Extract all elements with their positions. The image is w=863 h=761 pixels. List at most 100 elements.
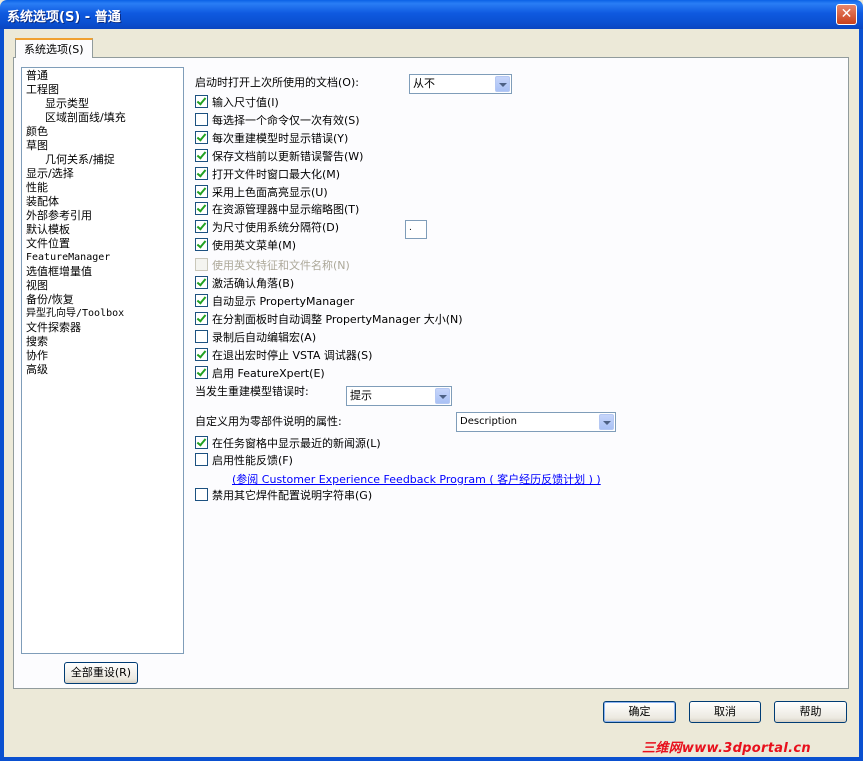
tree-item[interactable]: 高级 [26,363,183,377]
window-frame-bottom [0,757,863,761]
option-row[interactable]: 每选择一个命令仅一次有效(S) [195,113,360,129]
window-frame-left [0,29,4,761]
checkbox[interactable] [195,238,208,251]
checkbox[interactable] [195,348,208,361]
checkbox[interactable] [195,95,208,108]
checkbox[interactable] [195,453,208,466]
option-label: 在分割面板时自动调整 PropertyManager 大小(N) [212,313,463,326]
option-row[interactable]: 输入尺寸值(I) [195,95,279,111]
checkbox[interactable] [195,366,208,379]
tree-item[interactable]: 区域剖面线/填充 [26,111,183,125]
tree-item[interactable]: 默认模板 [26,223,183,237]
window-title: 系统选项(S) - 普通 [7,10,121,25]
ok-button[interactable]: 确定 [603,701,676,723]
tree-item[interactable]: 装配体 [26,195,183,209]
tree-item[interactable]: 颜色 [26,125,183,139]
cancel-button[interactable]: 取消 [689,701,761,723]
option-row[interactable]: 使用英文特征和文件名称(N) [195,258,350,274]
option-label: 使用英文特征和文件名称(N) [212,259,350,272]
custom-prop-select[interactable]: Description [456,412,616,432]
tree-item[interactable]: 视图 [26,279,183,293]
reset-all-button[interactable]: 全部重设(R) [64,662,138,684]
custom-prop-label: 自定义用为零部件说明的属性: [195,415,342,428]
checkbox[interactable] [195,185,208,198]
tree-item[interactable]: 普通 [26,69,183,83]
help-button[interactable]: 帮助 [774,701,847,723]
rebuild-error-select[interactable]: 提示 [346,386,452,406]
option-label: 输入尺寸值(I) [212,96,279,109]
close-icon[interactable]: ✕ [836,4,857,25]
option-label: 在任务窗格中显示最近的新闻源(L) [212,437,381,450]
rebuild-error-value: 提示 [350,389,372,402]
chevron-down-icon[interactable] [599,414,614,430]
tree-item[interactable]: FeatureManager [26,251,183,265]
checkbox[interactable] [195,220,208,233]
tree-item[interactable]: 工程图 [26,83,183,97]
option-row[interactable]: 在分割面板时自动调整 PropertyManager 大小(N) [195,312,463,328]
tree-item[interactable]: 搜索 [26,335,183,349]
checkbox[interactable] [195,131,208,144]
option-row[interactable]: 为尺寸使用系统分隔符(D) [195,220,339,236]
chevron-down-icon[interactable] [435,388,450,404]
option-row[interactable]: 自动显示 PropertyManager [195,294,354,310]
checkbox[interactable] [195,167,208,180]
option-row[interactable]: 采用上色面高亮显示(U) [195,185,328,201]
option-row[interactable]: 在任务窗格中显示最近的新闻源(L) [195,436,381,452]
open-docs-value: 从不 [413,77,435,90]
checkbox[interactable] [195,330,208,343]
option-row[interactable]: 打开文件时窗口最大化(M) [195,167,340,183]
checkbox[interactable] [195,312,208,325]
checkbox[interactable] [195,149,208,162]
tree-item[interactable]: 草图 [26,139,183,153]
option-label: 录制后自动编辑宏(A) [212,331,317,344]
tree-item[interactable]: 选值框增量值 [26,265,183,279]
option-row[interactable]: 录制后自动编辑宏(A) [195,330,316,346]
tree-item[interactable]: 显示/选择 [26,167,183,181]
option-row[interactable]: 每次重建模型时显示错误(Y) [195,131,348,147]
option-label: 禁用其它焊件配置说明字符串(G) [212,489,373,502]
option-row[interactable]: 在退出宏时停止 VSTA 调试器(S) [195,348,372,364]
tab-system-options[interactable]: 系统选项(S) [15,38,93,58]
option-row[interactable]: 启用 FeatureXpert(E) [195,366,325,382]
tree-item[interactable]: 几何关系/捕捉 [26,153,183,167]
option-label: 启用 FeatureXpert(E) [212,367,325,380]
option-label: 每次重建模型时显示错误(Y) [212,132,349,145]
tree-item[interactable]: 文件位置 [26,237,183,251]
window-frame-right [859,29,863,761]
checkbox[interactable] [195,436,208,449]
option-label: 自动显示 PropertyManager [212,295,355,308]
option-label: 打开文件时窗口最大化(M) [212,168,341,181]
option-row[interactable]: 保存文档前以更新错误警告(W) [195,149,363,165]
title-bar: 系统选项(S) - 普通 ✕ [0,0,863,29]
option-disable-weldment-strings[interactable]: 禁用其它焊件配置说明字符串(G) [195,488,372,504]
separator-field[interactable]: . [405,220,427,239]
tree-item[interactable]: 文件探索器 [26,321,183,335]
option-label: 在退出宏时停止 VSTA 调试器(S) [212,349,373,362]
option-label: 激活确认角落(B) [212,277,295,290]
checkbox[interactable] [195,113,208,126]
custom-prop-value: Description [460,416,517,427]
checkbox[interactable] [195,276,208,289]
tree-item[interactable]: 备份/恢复 [26,293,183,307]
open-docs-select[interactable]: 从不 [409,74,512,94]
checkbox[interactable] [195,488,208,501]
chevron-down-icon[interactable] [495,76,510,92]
feedback-program-link[interactable]: (参阅 Customer Experience Feedback Program… [232,471,601,487]
checkbox[interactable] [195,202,208,215]
option-label: 每选择一个命令仅一次有效(S) [212,114,360,127]
checkbox[interactable] [195,294,208,307]
tree-item[interactable]: 显示类型 [26,97,183,111]
option-label: 为尺寸使用系统分隔符(D) [212,221,340,234]
option-row[interactable]: 使用英文菜单(M) [195,238,296,254]
option-row[interactable]: 启用性能反馈(F) [195,453,293,469]
option-label: 在资源管理器中显示缩略图(T) [212,203,360,216]
watermark: 三维网www.3dportal.cn [642,741,811,756]
tree-item[interactable]: 性能 [26,181,183,195]
option-row[interactable]: 在资源管理器中显示缩略图(T) [195,202,359,218]
tree-item[interactable]: 协作 [26,349,183,363]
option-row[interactable]: 激活确认角落(B) [195,276,294,292]
option-label: 采用上色面高亮显示(U) [212,186,328,199]
tree-item[interactable]: 异型孔向导/Toolbox [26,307,183,321]
tree-item[interactable]: 外部参考引用 [26,209,183,223]
category-tree[interactable]: 普通 工程图 显示类型 区域剖面线/填充 颜色 草图 几何关系/捕捉 显示/选择 性能 装配体 外部… [21,67,184,654]
